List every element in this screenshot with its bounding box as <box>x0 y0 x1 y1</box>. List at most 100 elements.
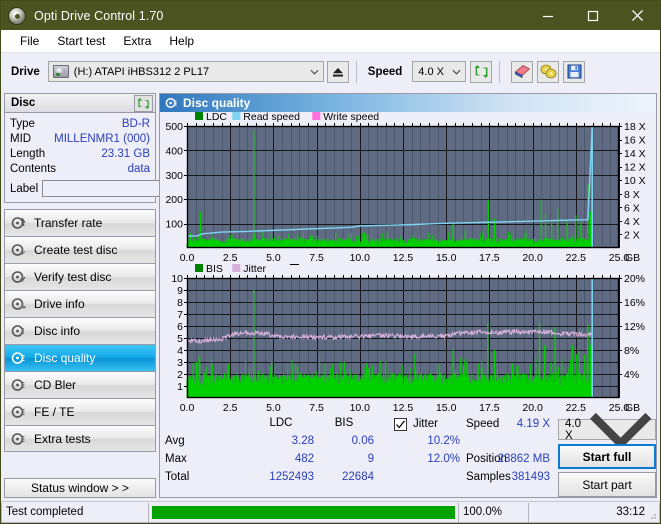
erase-button[interactable] <box>511 60 534 83</box>
sidebar-item-label: FE / TE <box>34 405 75 419</box>
svg-text:2.5: 2.5 <box>223 252 238 264</box>
eject-icon <box>332 67 343 77</box>
svg-text:20.0: 20.0 <box>522 252 543 264</box>
disc-fete-icon <box>11 405 28 419</box>
svg-text:8: 8 <box>177 297 183 309</box>
svg-text:14 X: 14 X <box>624 148 646 160</box>
toolbar-divider <box>355 60 357 83</box>
svg-text:8%: 8% <box>624 345 639 357</box>
svg-text:6: 6 <box>177 321 183 333</box>
sidebar-item-fe-te[interactable]: FE / TE <box>4 398 156 425</box>
window-title: Opti Drive Control 1.70 <box>34 8 164 23</box>
eject-button[interactable] <box>326 60 349 83</box>
svg-text:0.0: 0.0 <box>180 252 195 264</box>
stats-speed-value: 4.19 X <box>516 418 550 430</box>
svg-text:12.5: 12.5 <box>393 402 414 414</box>
svg-text:6 X: 6 X <box>624 202 640 214</box>
start-part-button[interactable]: Start part <box>558 472 656 497</box>
toolbar-divider-2 <box>499 60 501 83</box>
svg-text:4%: 4% <box>624 369 639 381</box>
jitter-label: Jitter <box>413 418 438 430</box>
progress-fill <box>152 505 455 519</box>
refresh-icon <box>474 65 489 78</box>
content-panel: Disc quality 100 200 300 400 500 2 X4 X 6 X8 X… <box>159 93 657 498</box>
jitter-checkbox[interactable] <box>394 418 407 431</box>
speed-select[interactable]: 4.0 X <box>412 61 467 82</box>
sidebar-item-verify-test-disc[interactable]: Verify test disc <box>4 263 156 290</box>
sidebar-item-label: Verify test disc <box>34 270 112 284</box>
disc-row-type-value: BD-R <box>121 117 150 130</box>
sidebar-item-drive-info[interactable]: Drive info <box>4 290 156 317</box>
toolbar: Drive (H:) ATAPI iHBS312 2 PL17 Speed 4.… <box>1 52 660 90</box>
sidebar-item-label: Disc info <box>34 324 81 338</box>
close-icon[interactable] <box>615 1 660 30</box>
sidebar-item-cd-bler[interactable]: CD Bler <box>4 371 156 398</box>
sidebar-item-label: Drive info <box>34 297 85 311</box>
disc-bler-icon <box>11 378 28 392</box>
sidebar-item-disc-quality[interactable]: Disc quality <box>4 344 156 371</box>
svg-text:BIS: BIS <box>206 264 223 275</box>
svg-text:17.5: 17.5 <box>479 252 500 264</box>
menu-item-help[interactable]: Help <box>160 32 203 50</box>
sidebar-item-create-test-disc[interactable]: Create test disc <box>4 236 156 263</box>
sidebar-item-disc-info[interactable]: Disc info <box>4 317 156 344</box>
sidebar-item-transfer-rate[interactable]: Transfer rate <box>4 209 156 236</box>
drive-info-icon <box>11 297 28 311</box>
refresh-button[interactable] <box>470 60 493 83</box>
menu-item-start-test[interactable]: Start test <box>48 32 114 50</box>
progress-bar <box>152 505 455 519</box>
svg-text:15.0: 15.0 <box>436 252 457 264</box>
resize-grip-icon[interactable] <box>647 510 657 520</box>
disc-check-icon <box>11 270 28 284</box>
svg-text:4 X: 4 X <box>624 216 640 228</box>
svg-text:0.0: 0.0 <box>180 402 195 414</box>
disc-row-type-label: Type <box>10 117 35 130</box>
stats-bis-max: 9 <box>367 453 374 465</box>
svg-text:10.0: 10.0 <box>350 402 371 414</box>
drive-select[interactable]: (H:) ATAPI iHBS312 2 PL17 <box>47 61 324 82</box>
disc-label-caption: Label <box>10 182 39 195</box>
menu-item-file[interactable]: File <box>11 32 48 50</box>
sidebar-item-extra-tests[interactable]: Extra tests <box>4 425 156 452</box>
check-icon <box>396 420 406 429</box>
discs-button[interactable] <box>537 60 560 83</box>
chevron-down-icon <box>310 69 319 75</box>
disc-refresh-button[interactable] <box>134 94 153 112</box>
app-window: Opti Drive Control 1.70 File Start test … <box>0 0 661 524</box>
main-area: Disc Type BD-R MID MILLENMR1 (000) Lengt… <box>1 90 660 501</box>
minimize-icon[interactable] <box>525 1 570 30</box>
disc-arrow-icon <box>11 216 28 230</box>
drive-select-value: (H:) ATAPI iHBS312 2 PL17 <box>73 65 210 78</box>
stats-row-avg-label: Avg <box>165 435 185 447</box>
disc-row-length-value: 23.31 GB <box>101 147 150 160</box>
status-bar: Test completed 100.0% 33:12 <box>1 501 660 523</box>
disc-row-contents-value: data <box>127 162 150 175</box>
test-speed-select[interactable]: 4.0 X <box>558 412 656 450</box>
svg-text:8 X: 8 X <box>624 189 640 201</box>
start-full-button[interactable]: Start full <box>558 444 656 469</box>
app-disc-icon <box>8 6 26 25</box>
svg-text:GB: GB <box>625 252 640 264</box>
svg-text:18 X: 18 X <box>624 121 646 133</box>
save-button[interactable] <box>563 60 586 83</box>
refresh-icon <box>137 97 150 109</box>
stats-samples-value: 381493 <box>511 471 550 483</box>
svg-text:2 X: 2 X <box>624 229 640 241</box>
disc-row-mid-label: MID <box>10 132 32 145</box>
maximize-icon[interactable] <box>570 1 615 30</box>
save-icon <box>567 64 582 79</box>
svg-text:4: 4 <box>177 345 183 357</box>
disc-info-rows: Type BD-R MID MILLENMR1 (000) Length 23.… <box>5 113 217 202</box>
svg-text:Read speed: Read speed <box>243 112 300 123</box>
menu-item-extra[interactable]: Extra <box>114 32 160 50</box>
disc-panel-header: Disc <box>5 94 155 113</box>
stats-row-total-label: Total <box>165 471 190 483</box>
status-window-button[interactable]: Status window > > <box>4 478 156 498</box>
stats-speed-label: Speed <box>466 418 500 430</box>
svg-text:12.5: 12.5 <box>393 252 414 264</box>
disc-row-contents-label: Contents <box>10 162 57 175</box>
svg-text:300: 300 <box>165 170 183 182</box>
stats-ldc-max: 482 <box>294 453 314 465</box>
disc-extra-icon <box>11 432 28 446</box>
disc-row-length-label: Length <box>10 147 46 160</box>
